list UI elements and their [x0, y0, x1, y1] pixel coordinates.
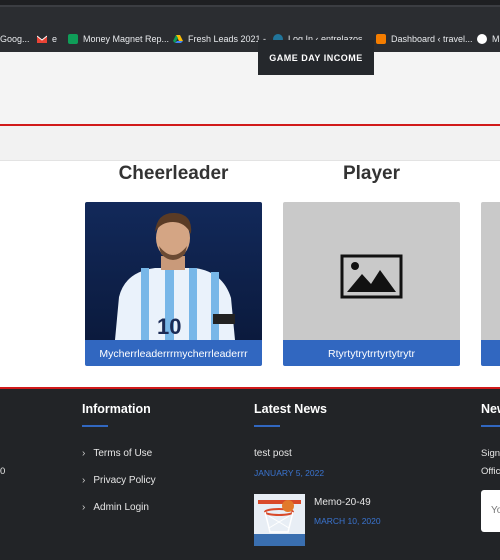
bookmark-label: M	[492, 34, 500, 44]
bookmark-label: Money Magnet Rep...	[83, 34, 170, 44]
svg-text:10: 10	[157, 314, 181, 339]
news-thumbnail[interactable]	[254, 494, 305, 546]
footer-left-fragment: 0	[0, 466, 6, 477]
bookmarks-bar: Goog... e Money Magnet Rep... Fresh Lead…	[0, 0, 500, 52]
cheerleader-card[interactable]: 10 Mycherrleaderrrmycherrleaderrr	[85, 202, 262, 366]
globe-icon	[477, 34, 487, 44]
link-label: Terms of Use	[93, 448, 153, 459]
chevron-right-icon: ›	[82, 448, 86, 459]
newsletter-underline	[481, 425, 500, 427]
strip-divider	[0, 160, 500, 161]
latest-news-title: Latest News	[254, 402, 327, 416]
news-post-title[interactable]: Memo-20-49	[314, 497, 371, 508]
bookmark-label: Goog...	[0, 34, 30, 44]
player-card-label[interactable]: Rtyrtytrytrrtyrtytrytr	[283, 340, 460, 366]
blogger-icon	[376, 34, 386, 44]
browser-divider	[0, 5, 500, 7]
input-placeholder: Yo	[491, 505, 500, 516]
partial-card-label	[481, 340, 500, 366]
partial-card-photo	[481, 202, 500, 340]
news-post-date: MARCH 10, 2020	[314, 516, 381, 526]
bookmark-gmail[interactable]: e	[36, 31, 58, 47]
player-heading: Player	[342, 163, 401, 184]
drive-icon	[173, 34, 183, 44]
bookmark-dashboard-travel[interactable]: Dashboard ‹ travel...	[376, 31, 473, 47]
bookmark-money-magnet[interactable]: Money Magnet Rep...	[68, 31, 169, 47]
latest-news-underline	[254, 425, 280, 427]
player-card[interactable]: Rtyrtytrytrrtyrtytrytr	[283, 202, 460, 366]
information-title: Information	[82, 402, 151, 416]
hero-section	[0, 52, 500, 124]
information-underline	[82, 425, 108, 427]
newsletter-title: New	[481, 402, 500, 416]
page-strip	[0, 126, 500, 160]
newsletter-text-line: Offic	[481, 466, 500, 477]
news-post-date: JANUARY 5, 2022	[254, 468, 325, 478]
sheets-icon	[68, 34, 78, 44]
image-placeholder-icon	[340, 254, 403, 299]
admin-login-link[interactable]: › Admin Login	[82, 502, 149, 513]
bookmark-label: Dashboard ‹ travel...	[391, 34, 473, 44]
cheerleader-heading: Cheerleader	[118, 163, 229, 184]
chevron-right-icon: ›	[82, 502, 86, 513]
cheerleader-photo: 10	[85, 202, 262, 340]
bookmark-google[interactable]: Goog...	[0, 31, 30, 47]
link-label: Privacy Policy	[93, 475, 156, 486]
bookmark-more[interactable]: M	[477, 31, 500, 47]
cheerleader-card-label[interactable]: Mycherrleaderrrmycherrleaderrr	[85, 340, 262, 366]
newsletter-text-line: Sign	[481, 448, 500, 459]
privacy-policy-link[interactable]: › Privacy Policy	[82, 475, 156, 486]
bookmark-label: e	[52, 34, 58, 44]
gmail-icon	[36, 34, 48, 44]
link-label: Admin Login	[93, 502, 149, 513]
partial-card[interactable]	[481, 202, 500, 366]
chevron-right-icon: ›	[82, 475, 86, 486]
player-photo-placeholder	[283, 202, 460, 340]
footer	[0, 389, 500, 560]
game-day-income-button[interactable]: GAME DAY INCOME	[258, 40, 374, 75]
terms-of-use-link[interactable]: › Terms of Use	[82, 448, 152, 459]
news-post-title[interactable]: test post	[254, 448, 292, 459]
newsletter-email-input[interactable]: Yo	[481, 490, 500, 532]
